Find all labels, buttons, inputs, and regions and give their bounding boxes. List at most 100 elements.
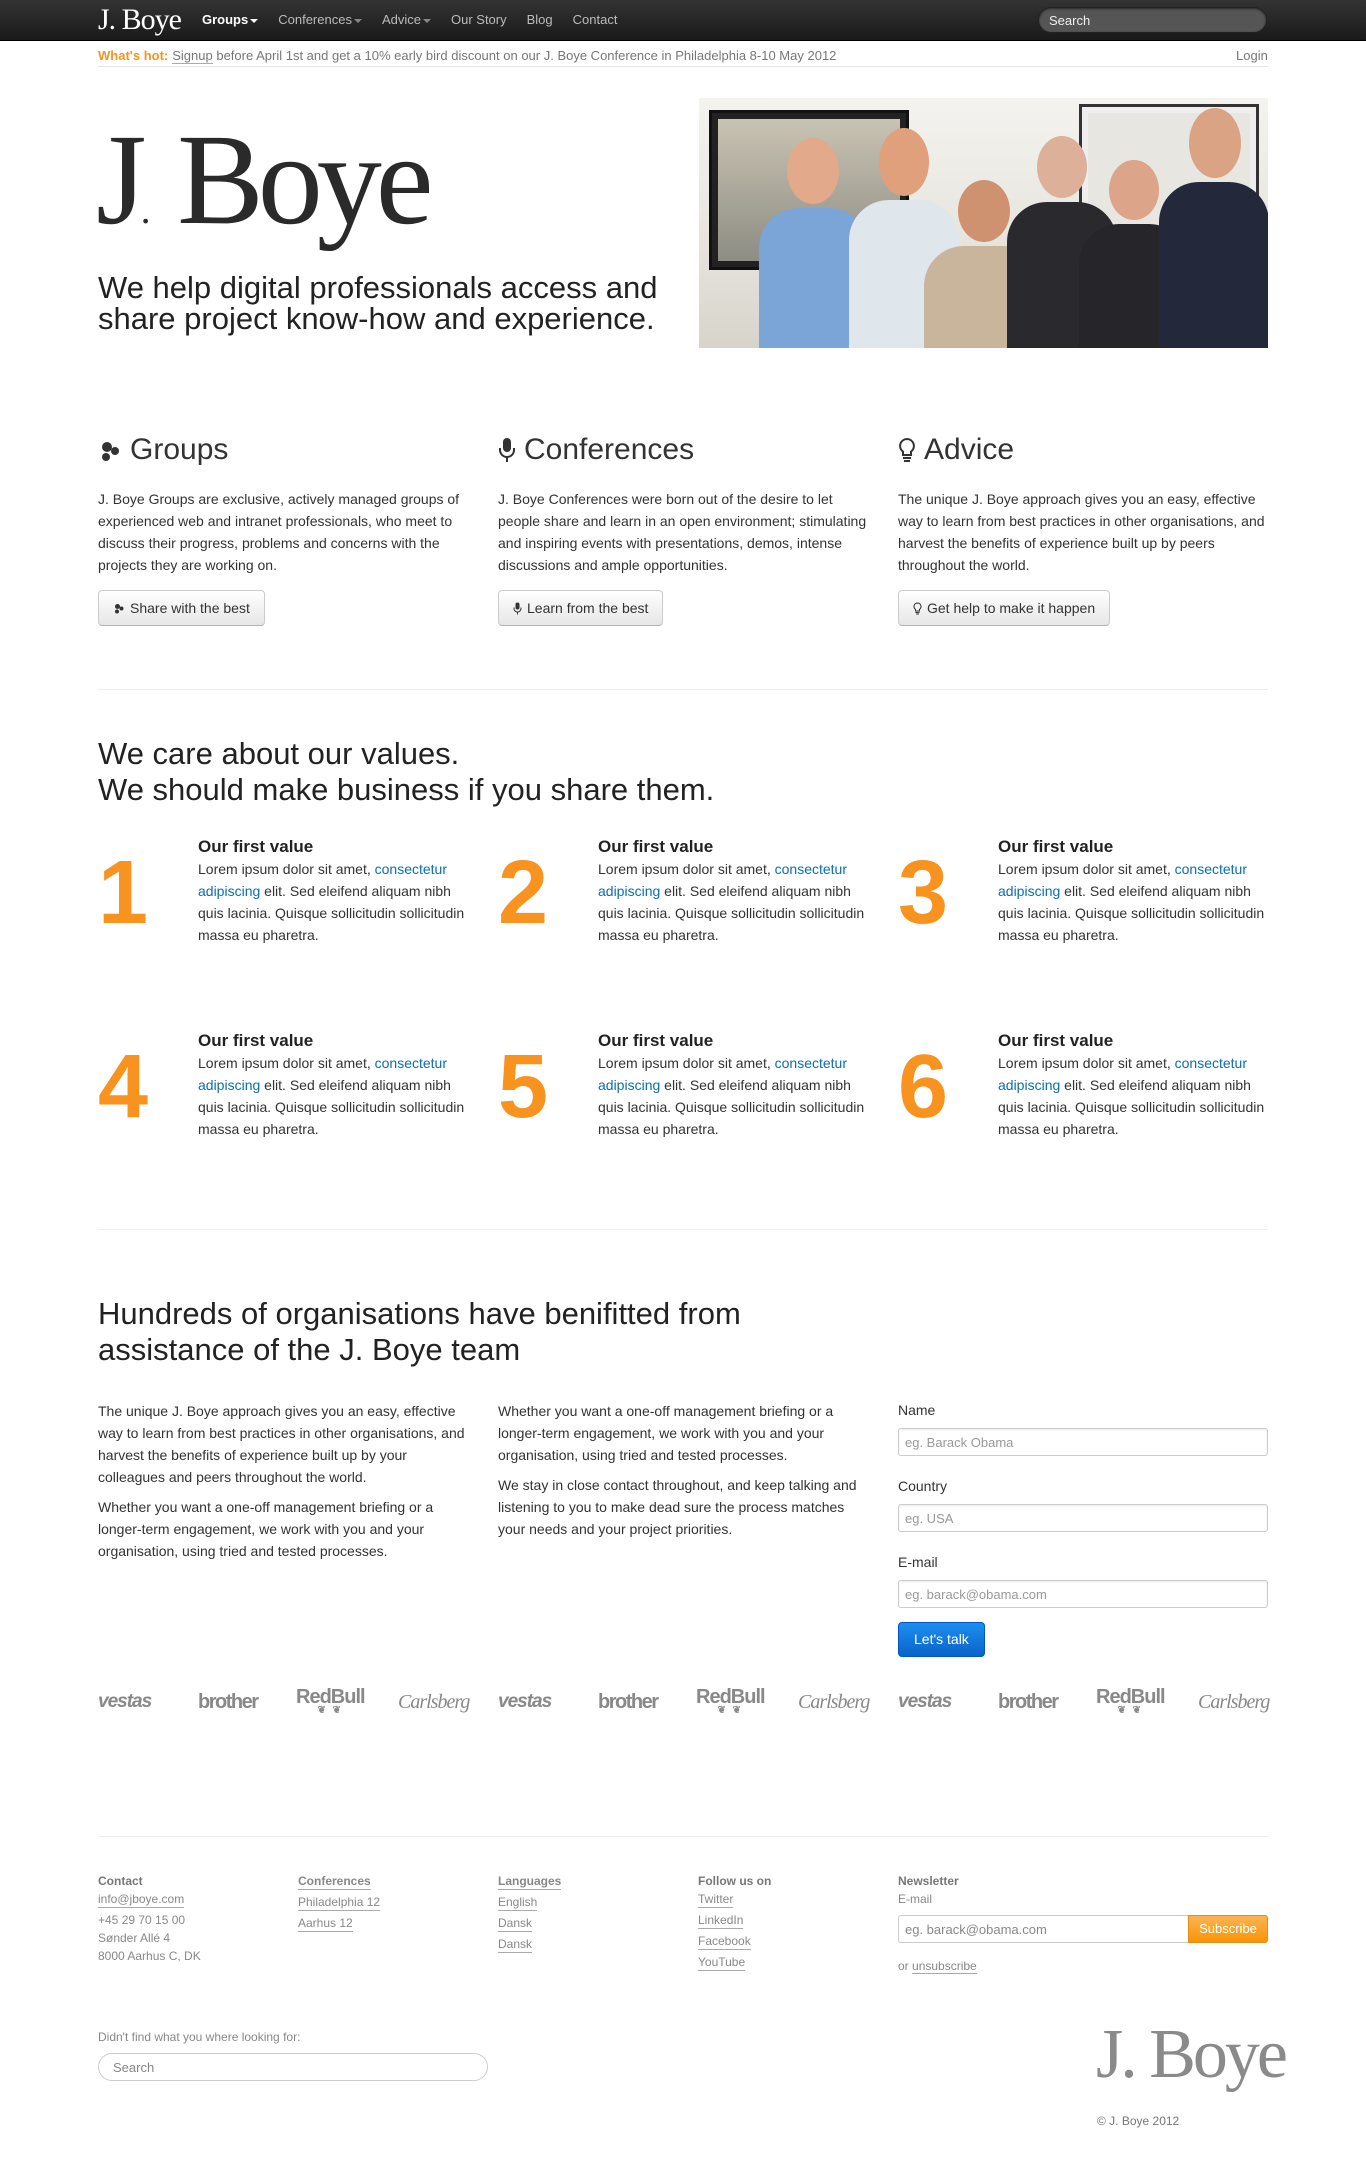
footer-link[interactable]: Aarhus 12 [298, 1916, 353, 1932]
whats-hot-text: before April 1st and get a 10% early bir… [212, 48, 837, 63]
email-label: E-mail [898, 1554, 938, 1570]
microphone-icon [513, 602, 522, 614]
assistance-column-2: Whether you want a one-off management br… [498, 1400, 868, 1548]
caret-down-icon [353, 18, 362, 23]
value-text: Lorem ipsum dolor sit amet, consectetur … [598, 1055, 865, 1137]
value-title: Our first value [598, 837, 714, 856]
groups-icon [102, 442, 119, 461]
language-link-dansk[interactable]: Dansk [498, 1916, 533, 1932]
get-help-button[interactable]: Get help to make it happen [898, 590, 1111, 626]
value-text: Lorem ipsum dolor sit amet, consectetur … [998, 1055, 1265, 1137]
language-link-english[interactable]: English [498, 1895, 538, 1911]
nav-item-conferences[interactable]: Conferences [278, 0, 362, 40]
paragraph: The unique J. Boye approach gives you an… [98, 1403, 465, 1485]
navbar-logo[interactable]: J. Boye [98, 0, 182, 40]
brother-logo: brother [998, 1691, 1059, 1713]
value-title: Our first value [198, 1031, 314, 1050]
lets-talk-button[interactable]: Let's talk [898, 1622, 985, 1657]
youtube-link[interactable]: YouTube [698, 1955, 746, 1971]
login-link[interactable]: Login [1236, 46, 1268, 67]
nav-item-blog[interactable]: Blog [527, 0, 553, 40]
signup-link[interactable]: Signup [172, 48, 213, 64]
unsubscribe-link[interactable]: unsubscribe [912, 1959, 977, 1974]
email-link[interactable]: info@jboye.com [98, 1892, 185, 1908]
lightbulb-icon [913, 601, 922, 614]
nav-item-our-story[interactable]: Our Story [451, 0, 507, 40]
feature-conferences: Conferences J. Boye Conferences were bor… [498, 430, 868, 576]
footer-search-input[interactable] [98, 2053, 488, 2081]
value-number: 3 [898, 843, 949, 943]
divider [98, 1229, 1268, 1230]
value-text: Lorem ipsum dolor sit amet, consectetur … [598, 861, 865, 943]
twitter-link[interactable]: Twitter [698, 1892, 734, 1908]
divider [98, 1836, 1268, 1837]
paragraph: Whether you want a one-off management br… [498, 1403, 834, 1463]
footer-link[interactable]: Philadelphia 12 [298, 1895, 381, 1911]
footer-newsletter: Newsletter E-mail [898, 1872, 959, 1908]
footer-heading: Contact [98, 1874, 143, 1888]
feature-advice: Advice The unique J. Boye approach gives… [898, 430, 1268, 576]
value-text: Lorem ipsum dolor sit amet, consectetur … [998, 861, 1265, 943]
share-with-the-best-button[interactable]: Share with the best [98, 590, 265, 626]
hero-logo: J. Boye [96, 108, 434, 252]
top-navbar: J. Boye Groups Conferences Advice Our St… [0, 0, 1366, 41]
subscribe-button[interactable]: Subscribe [1188, 1915, 1268, 1943]
value-item: 3 Our first value Lorem ipsum dolor sit … [898, 837, 1268, 978]
value-number: 2 [498, 843, 549, 943]
carlsberg-logo: Carlsberg [398, 1691, 470, 1713]
learn-from-the-best-button[interactable]: Learn from the best [498, 590, 664, 626]
caret-down-icon [422, 18, 431, 23]
values-heading: We care about our values. We should make… [98, 736, 715, 807]
facebook-link[interactable]: Facebook [698, 1934, 751, 1950]
paragraph: We stay in close contact throughout, and… [498, 1477, 857, 1537]
footer-conferences: Conferences Philadelphia 12 Aarhus 12 [298, 1872, 381, 1935]
footer-languages: Languages English Dansk Dansk [498, 1872, 562, 1956]
feature-text: The unique J. Boye approach gives you an… [898, 491, 1265, 573]
lightbulb-icon [899, 437, 915, 462]
street-address: Sønder Allé 4 [98, 1931, 171, 1945]
hero-tagline: We help digital professionals access and… [98, 270, 658, 336]
feature-text: J. Boye Conferences were born out of the… [498, 491, 867, 573]
unsubscribe-text: or unsubscribe [898, 1959, 977, 1974]
vestas-logo: vestas [898, 1691, 952, 1712]
nav-item-contact[interactable]: Contact [573, 0, 618, 40]
feature-title: Advice [898, 430, 1268, 470]
navbar-search-input[interactable] [1038, 7, 1267, 33]
microphone-icon [499, 438, 515, 462]
value-item: 1 Our first value Lorem ipsum dolor sit … [98, 837, 468, 978]
city-address: 8000 Aarhus C, DK [98, 1949, 201, 1963]
name-field[interactable] [898, 1428, 1268, 1456]
value-text: Lorem ipsum dolor sit amet, consectetur … [198, 1055, 465, 1137]
email-field[interactable] [898, 1580, 1268, 1608]
value-title: Our first value [998, 837, 1114, 856]
feature-text: J. Boye Groups are exclusive, actively m… [98, 491, 460, 573]
footer-heading: Newsletter [898, 1874, 959, 1888]
redbull-logo: RedBull ❦ ❦ [696, 1686, 766, 1716]
value-text: Lorem ipsum dolor sit amet, consectetur … [198, 861, 465, 943]
search-prompt: Didn't find what you where looking for: [98, 2030, 301, 2044]
value-number: 1 [98, 843, 149, 943]
whats-hot-label: What's hot: [98, 48, 169, 63]
footer-heading: Languages [498, 1874, 562, 1890]
main-nav: Groups Conferences Advice Our Story Blog… [202, 0, 637, 40]
feature-groups: Groups J. Boye Groups are exclusive, act… [98, 430, 468, 576]
nav-item-groups[interactable]: Groups [202, 0, 259, 40]
nav-item-advice[interactable]: Advice [382, 0, 431, 40]
whats-hot-banner: What's hot: Signup before April 1st and g… [98, 46, 836, 66]
assistance-heading: Hundreds of organisations have benifitte… [98, 1296, 741, 1367]
value-item: 4 Our first value Lorem ipsum dolor sit … [98, 1031, 468, 1172]
value-number: 4 [98, 1037, 149, 1137]
carlsberg-logo: Carlsberg [1198, 1691, 1270, 1713]
country-field[interactable] [898, 1504, 1268, 1532]
footer-logo: J. Boye [1096, 2016, 1288, 2093]
feature-title: Conferences [498, 430, 868, 470]
value-number: 6 [898, 1037, 949, 1137]
value-title: Our first value [198, 837, 314, 856]
groups-icon [115, 604, 124, 614]
language-link-dansk[interactable]: Dansk [498, 1937, 533, 1953]
linkedin-link[interactable]: LinkedIn [698, 1913, 744, 1929]
client-logos: vestas brother RedBull ❦ ❦ Carlsberg vest… [98, 1680, 1270, 1724]
newsletter-email-input[interactable] [898, 1915, 1188, 1943]
footer-heading: Follow us on [698, 1874, 772, 1888]
brother-logo: brother [198, 1691, 259, 1713]
